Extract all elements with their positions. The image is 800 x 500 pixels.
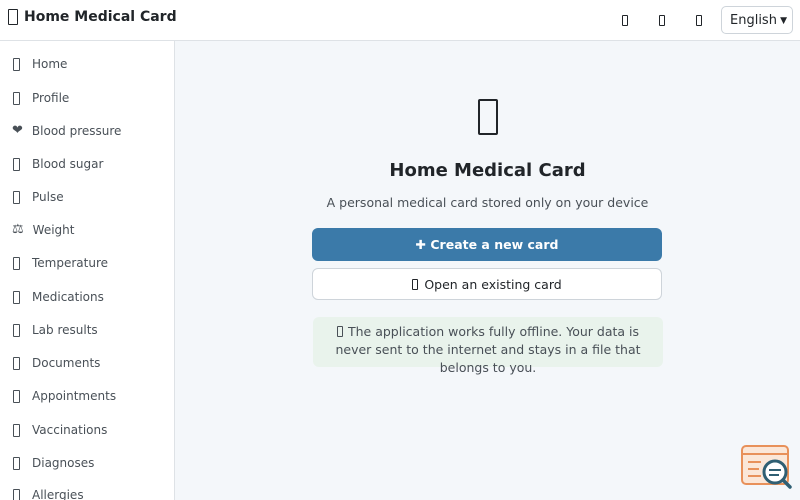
document-icon: [13, 356, 20, 370]
app-title: Home Medical Card: [8, 9, 177, 25]
sidebar-item-lab-results[interactable]: Lab results: [0, 315, 174, 345]
open-card-button[interactable]: Open an existing card: [312, 268, 662, 300]
offline-info-text: The application works fully offline. You…: [335, 324, 641, 375]
language-selected: English: [730, 12, 777, 28]
sidebar-item-medications[interactable]: Medications: [0, 282, 174, 312]
create-card-button[interactable]: ✚ Create a new card: [312, 228, 662, 261]
sidebar-item-label: Weight: [32, 223, 75, 237]
sidebar-item-weight[interactable]: ⚖ Weight: [0, 215, 174, 245]
sidebar-item-label: Medications: [32, 290, 104, 304]
sidebar-item-label: Vaccinations: [32, 423, 108, 437]
sidebar-item-profile[interactable]: Profile: [0, 83, 174, 113]
app-header: Home Medical Card English ▼: [0, 0, 800, 41]
sidebar-item-label: Diagnoses: [32, 456, 95, 470]
sidebar-item-appointments[interactable]: Appointments: [0, 381, 174, 411]
profile-icon: [13, 91, 20, 105]
medical-card-icon: [478, 99, 498, 135]
main-content: Home Medical Card A personal medical car…: [175, 41, 800, 500]
sidebar-item-diagnoses[interactable]: Diagnoses: [0, 448, 174, 478]
sidebar-item-label: Home: [32, 57, 68, 71]
sidebar-item-label: Profile: [32, 91, 70, 105]
sidebar-item-temperature[interactable]: Temperature: [0, 248, 174, 278]
sidebar-item-label: Appointments: [32, 389, 117, 403]
sidebar-item-label: Pulse: [32, 190, 64, 204]
header-action-3-icon[interactable]: [693, 12, 705, 28]
sidebar-item-label: Documents: [32, 356, 101, 370]
lock-icon: [336, 326, 343, 337]
calendar-icon: [13, 389, 20, 403]
app-logo-icon: [8, 9, 18, 25]
header-action-1-icon[interactable]: [619, 12, 631, 28]
pulse-icon: [13, 190, 20, 204]
allergy-icon: [13, 488, 20, 500]
language-select[interactable]: English ▼: [721, 6, 793, 34]
scales-icon: ⚖: [12, 222, 24, 237]
sidebar-item-pulse[interactable]: Pulse: [0, 182, 174, 212]
flask-icon: [13, 323, 20, 337]
blood-sugar-icon: [13, 157, 20, 171]
sidebar-item-label: Blood pressure: [31, 124, 122, 138]
offline-info-box: The application works fully offline. You…: [313, 317, 663, 375]
sidebar-item-label: Allergies: [32, 488, 84, 500]
create-card-label: ✚ Create a new card: [415, 237, 559, 252]
sidebar-item-documents[interactable]: Documents: [0, 348, 174, 378]
header-action-2-icon[interactable]: [656, 12, 668, 28]
inspect-badge-icon[interactable]: [741, 444, 793, 490]
diagnosis-icon: [13, 456, 20, 470]
chevron-down-icon: ▼: [780, 16, 787, 26]
sidebar-item-home[interactable]: Home: [0, 49, 174, 79]
syringe-icon: [13, 423, 20, 437]
sidebar-item-vaccinations[interactable]: Vaccinations: [0, 415, 174, 445]
open-card-label: Open an existing card: [424, 276, 562, 292]
sidebar: Home Profile ❤ Blood pressure Blood suga…: [0, 41, 175, 500]
sidebar-item-label: Blood sugar: [32, 157, 104, 171]
sidebar-item-blood-sugar[interactable]: Blood sugar: [0, 149, 174, 179]
sidebar-item-blood-pressure[interactable]: ❤ Blood pressure: [0, 116, 174, 146]
app-title-text: Home Medical Card: [24, 9, 177, 25]
pill-icon: [13, 290, 20, 304]
sidebar-item-label: Lab results: [32, 323, 98, 337]
folder-icon: [412, 278, 419, 290]
thermometer-icon: [13, 256, 20, 270]
sidebar-item-allergies[interactable]: Allergies: [0, 480, 174, 500]
page-title: Home Medical Card: [389, 160, 586, 181]
home-icon: [13, 57, 20, 71]
page-subtitle: A personal medical card stored only on y…: [326, 195, 649, 210]
heart-icon: ❤: [12, 123, 23, 138]
sidebar-item-label: Temperature: [32, 256, 109, 270]
